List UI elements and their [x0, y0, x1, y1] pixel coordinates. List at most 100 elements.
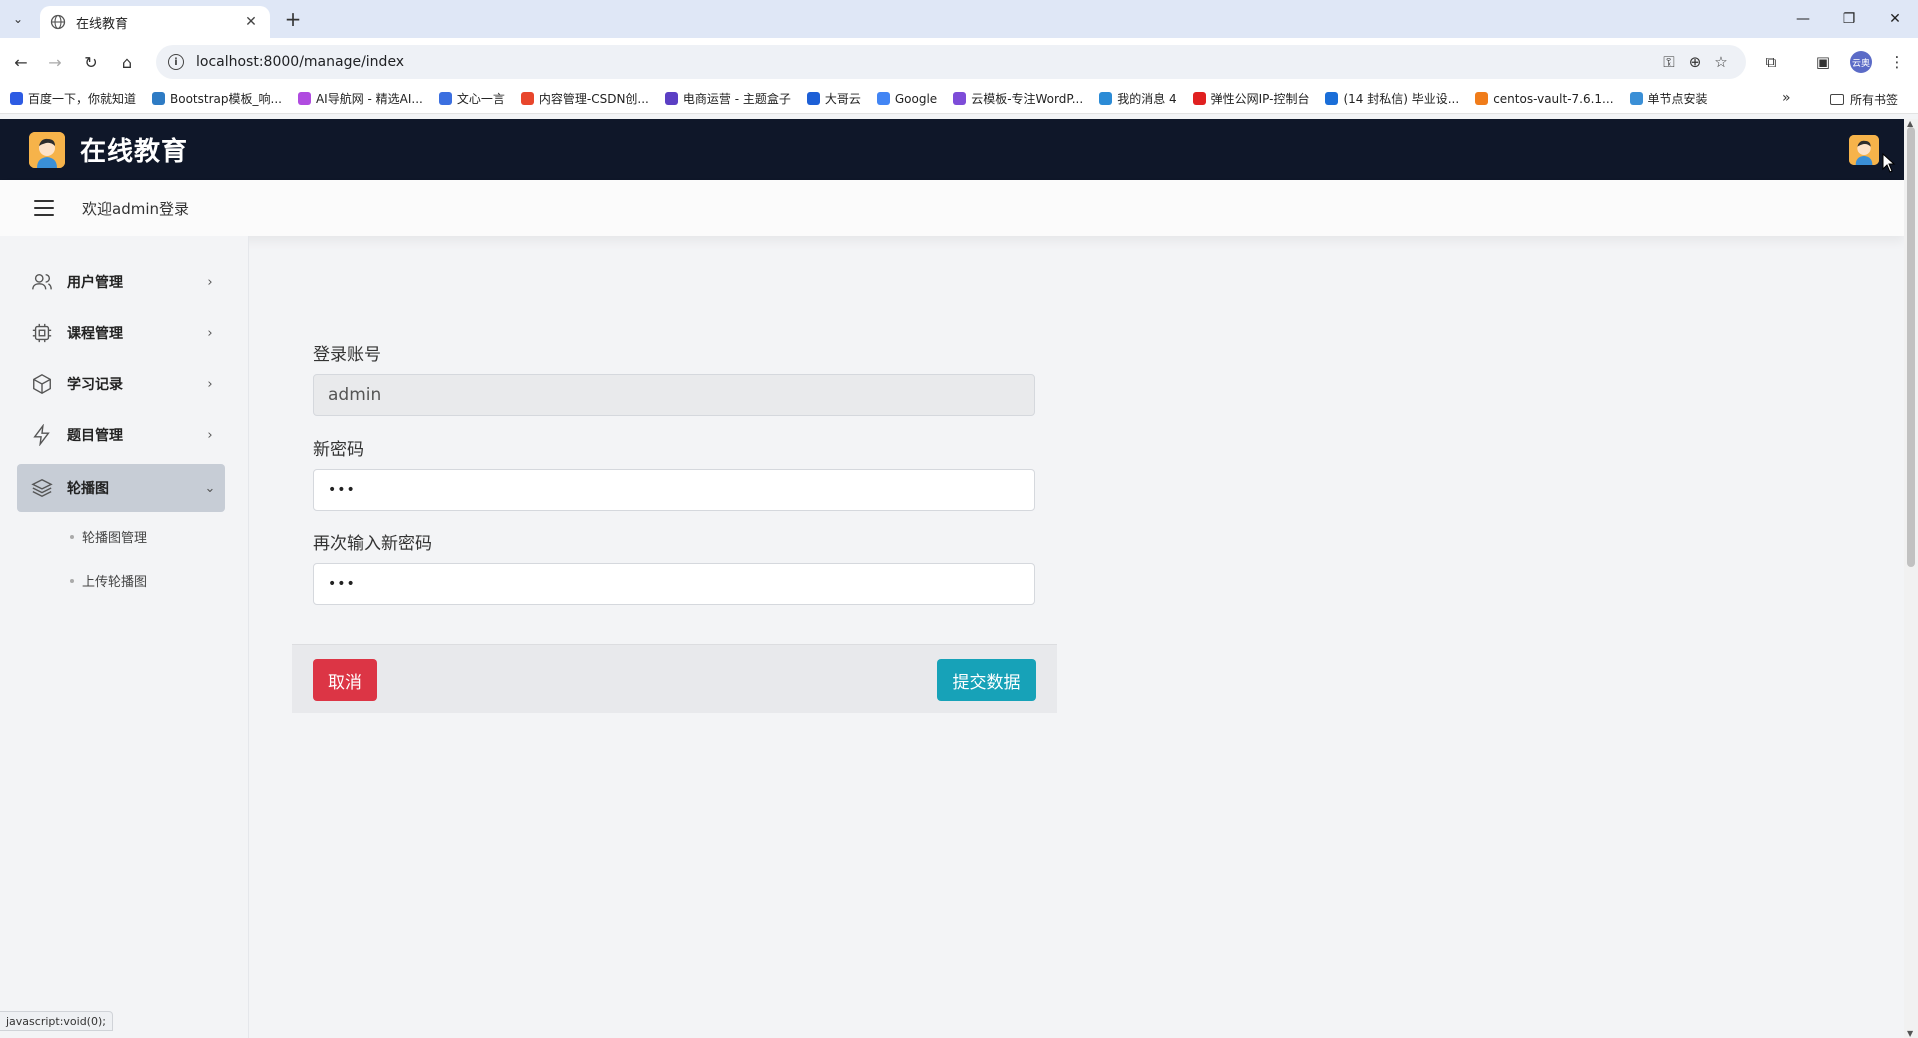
main-content: 登录账号 admin 新密码 ••• 再次输入新密码 ••• 取消 提交数据 [250, 236, 1904, 1038]
bookmark-favicon-icon [438, 92, 452, 105]
bookmark-star-icon[interactable]: ☆ [1708, 53, 1734, 71]
sidebar-item-course-management[interactable]: 课程管理 › [17, 309, 225, 357]
bookmark-favicon-icon [1629, 92, 1643, 105]
bookmark-favicon-icon [1099, 92, 1113, 105]
user-avatar[interactable] [1849, 135, 1879, 165]
bookmark-favicon-icon [1475, 92, 1489, 105]
close-window-icon[interactable]: ✕ [1872, 4, 1918, 34]
site-info-icon[interactable]: i [168, 54, 184, 70]
status-bar-link-preview: javascript:void(0); [0, 1011, 113, 1031]
key-icon[interactable]: ⚿ [1656, 53, 1682, 71]
browser-tab[interactable]: 在线教育 ✕ [40, 6, 270, 38]
bookmark-item[interactable]: Bootstrap模板_响... [152, 90, 282, 107]
bookmarks-bar: 百度一下，你就知道 Bootstrap模板_响... AI导航网 - 精选AI.… [0, 84, 1918, 114]
new-tab-icon[interactable]: + [280, 6, 306, 32]
sidebar-item-label: 用户管理 [67, 275, 123, 291]
extensions-icon[interactable]: ⧉ [1758, 49, 1784, 75]
users-icon [32, 273, 52, 290]
account-label: 登录账号 [313, 345, 381, 365]
new-password-field[interactable]: ••• [313, 469, 1035, 511]
confirm-password-label: 再次输入新密码 [313, 534, 432, 554]
hamburger-menu-icon[interactable] [34, 200, 54, 216]
bookmark-item[interactable]: 云模板-专注WordP... [953, 90, 1083, 107]
forward-icon[interactable]: → [42, 49, 68, 75]
address-bar: ← → ↻ ⌂ i localhost:8000/manage/index ⚿ … [0, 38, 1918, 84]
submenu-item-upload-carousel[interactable]: 上传轮播图 [70, 571, 147, 590]
chevron-right-icon: › [207, 325, 213, 341]
mouse-pointer-icon [1882, 153, 1896, 173]
chevron-right-icon: › [207, 376, 213, 392]
submit-button[interactable]: 提交数据 [937, 659, 1036, 701]
cancel-button[interactable]: 取消 [313, 659, 377, 701]
globe-icon [50, 14, 66, 30]
bookmark-item[interactable]: 内容管理-CSDN创... [520, 90, 649, 107]
app-title: 在线教育 [80, 137, 189, 167]
bullet-icon [70, 578, 74, 583]
minimize-icon[interactable]: — [1780, 4, 1826, 34]
sidebar-item-study-records[interactable]: 学习记录 › [17, 360, 225, 408]
scroll-thumb[interactable] [1907, 127, 1915, 567]
bookmark-item[interactable]: AI导航网 - 精选AI... [297, 90, 423, 107]
page-scrollbar[interactable]: ▲ ▼ [1904, 119, 1918, 1038]
app-header: 在线教育 [0, 119, 1904, 180]
cpu-icon [32, 323, 52, 343]
sidebar-item-label: 题目管理 [67, 428, 123, 444]
bookmark-favicon-icon [664, 92, 678, 105]
sub-header: 欢迎admin登录 [0, 180, 1904, 236]
folder-icon [1830, 94, 1844, 105]
bookmark-item[interactable]: 单节点安装 [1629, 90, 1708, 107]
back-icon[interactable]: ← [8, 49, 34, 75]
tab-search-chevron-icon[interactable]: ⌄ [6, 7, 30, 31]
bookmarks-overflow-icon[interactable]: » [1782, 90, 1791, 106]
bookmark-favicon-icon [876, 92, 890, 105]
chevron-right-icon: › [207, 274, 213, 290]
bookmark-item[interactable]: 文心一言 [438, 90, 505, 107]
lightning-icon [33, 424, 50, 446]
bookmark-item[interactable]: (14 封私信) 毕业设... [1325, 90, 1459, 107]
sidebar-item-label: 课程管理 [67, 326, 123, 342]
bookmark-favicon-icon [520, 92, 534, 105]
side-panel-icon[interactable]: ▣ [1810, 49, 1836, 75]
sidebar-item-user-management[interactable]: 用户管理 › [17, 258, 225, 306]
chevron-right-icon: › [207, 427, 213, 443]
profile-icon[interactable]: 云奥 [1848, 49, 1874, 75]
bookmark-favicon-icon [297, 92, 311, 105]
bookmark-item[interactable]: 我的消息 4 [1099, 90, 1177, 107]
form-footer: 取消 提交数据 [292, 644, 1057, 713]
browser-menu-icon[interactable]: ⋮ [1884, 49, 1910, 75]
browser-tabstrip: ⌄ 在线教育 ✕ + — ❐ ✕ [0, 0, 1918, 38]
bookmark-item[interactable]: 电商运营 - 主题盒子 [664, 90, 791, 107]
bookmark-favicon-icon [1325, 92, 1339, 105]
bookmark-favicon-icon [953, 92, 967, 105]
sidebar-item-label: 学习记录 [67, 377, 123, 393]
welcome-text: 欢迎admin登录 [82, 200, 189, 218]
zoom-icon[interactable]: ⊕ [1682, 53, 1708, 71]
sidebar: 用户管理 › 课程管理 › 学习记录 › 题目管理 › 轮播图 ⌄ 轮播图管理 … [0, 236, 249, 1038]
bookmark-item[interactable]: 百度一下，你就知道 [10, 90, 136, 107]
logo-avatar-icon [29, 132, 65, 168]
submenu-item-carousel-management[interactable]: 轮播图管理 [70, 527, 147, 546]
all-bookmarks-folder[interactable]: 所有书签 [1830, 91, 1898, 108]
bookmark-favicon-icon [1192, 92, 1206, 105]
url-omnibox[interactable]: i localhost:8000/manage/index ⚿ ⊕ ☆ [156, 45, 1746, 79]
home-icon[interactable]: ⌂ [114, 49, 140, 75]
account-field: admin [313, 374, 1035, 416]
bookmark-item[interactable]: 大哥云 [806, 90, 861, 107]
bullet-icon [70, 534, 74, 539]
chevron-down-icon: ⌄ [204, 480, 216, 496]
confirm-password-field[interactable]: ••• [313, 563, 1035, 605]
restore-icon[interactable]: ❐ [1826, 4, 1872, 34]
bookmark-favicon-icon [10, 92, 23, 105]
tab-close-icon[interactable]: ✕ [242, 14, 260, 30]
bookmark-item[interactable]: Google [876, 92, 937, 106]
scroll-down-icon[interactable]: ▼ [1907, 1029, 1913, 1038]
bookmark-favicon-icon [806, 92, 820, 105]
bookmark-item[interactable]: centos-vault-7.6.1... [1475, 92, 1614, 106]
tab-title: 在线教育 [76, 16, 129, 32]
url-text[interactable]: localhost:8000/manage/index [196, 54, 1656, 70]
sidebar-item-question-management[interactable]: 题目管理 › [17, 411, 225, 459]
sidebar-item-label: 轮播图 [67, 481, 109, 497]
bookmark-item[interactable]: 弹性公网IP-控制台 [1192, 90, 1309, 107]
reload-icon[interactable]: ↻ [78, 49, 104, 75]
sidebar-item-carousel[interactable]: 轮播图 ⌄ [17, 464, 225, 512]
